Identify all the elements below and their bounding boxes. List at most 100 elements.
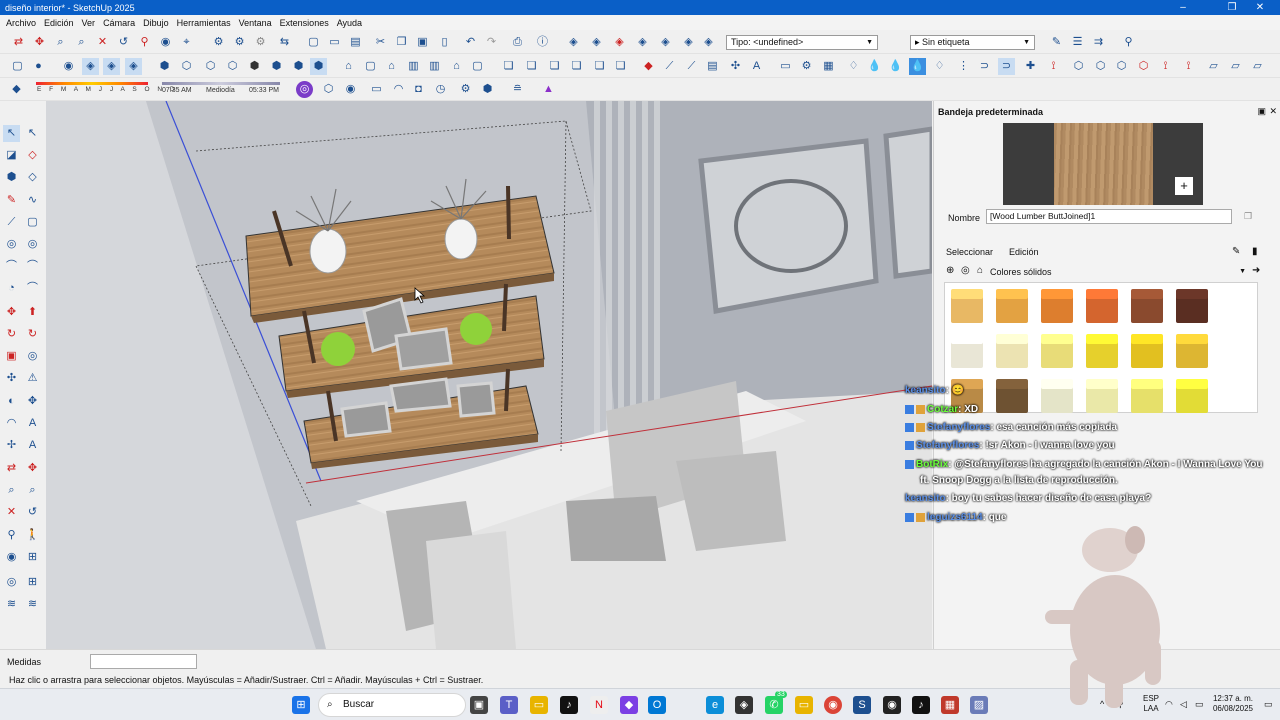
axes-icon[interactable]: ✢ xyxy=(3,437,20,454)
material-swatch[interactable] xyxy=(1082,285,1122,325)
position-camera-left-icon[interactable]: ⚲ xyxy=(3,527,20,544)
render-icon[interactable]: ◠ xyxy=(390,81,407,98)
material-swatch[interactable] xyxy=(1082,375,1122,415)
month-slider[interactable] xyxy=(36,82,148,85)
cut-icon[interactable]: ✂ xyxy=(372,34,389,51)
pencil-icon[interactable]: ✎ xyxy=(3,192,20,209)
trim-icon[interactable]: ❏ xyxy=(591,58,608,75)
monochrome-icon[interactable]: ◈ xyxy=(700,34,717,51)
menu-ver[interactable]: Ver xyxy=(82,18,96,28)
sandbox-scratch-icon[interactable]: ⟋ xyxy=(661,58,678,75)
sketchup-taskbar-icon[interactable]: S xyxy=(853,696,871,714)
solid-left-icon[interactable]: ◎ xyxy=(3,574,20,591)
lasso-icon[interactable]: ↖ xyxy=(24,125,41,142)
3dtext-icon[interactable]: A xyxy=(24,437,41,454)
drop-icon[interactable]: 💧 xyxy=(866,58,883,75)
minimize-icon[interactable]: – xyxy=(1163,0,1203,15)
whatsapp-icon[interactable]: ✆ xyxy=(765,696,783,714)
model-info-icon[interactable]: ⓘ xyxy=(534,34,551,51)
position-camera-icon[interactable]: ⚲ xyxy=(136,34,153,51)
box-icon[interactable]: ⬢ xyxy=(479,81,496,98)
offset-icon[interactable]: ◎ xyxy=(24,348,41,365)
location-icon[interactable]: ⚲ xyxy=(1120,34,1137,51)
rotated-rect-icon[interactable]: ▢ xyxy=(24,214,41,231)
app-red-icon[interactable]: ▦ xyxy=(941,696,959,714)
collection-select[interactable]: Colores sólidos ▼ xyxy=(990,265,1246,279)
hidden-line-icon[interactable]: ◈ xyxy=(634,34,651,51)
battery-icon[interactable]: ▭ xyxy=(1195,699,1204,709)
scale-icon[interactable]: ▣ xyxy=(3,348,20,365)
front-view-icon[interactable]: ◈ xyxy=(125,58,142,75)
component-options-icon[interactable]: ⚙ xyxy=(210,34,227,51)
move-plus-icon[interactable]: ✚ xyxy=(1022,58,1039,75)
tag-list-icon[interactable]: ☰ xyxy=(1069,34,1086,51)
sandbox-smoove-icon[interactable]: ⟋ xyxy=(683,58,700,75)
material-swatch[interactable] xyxy=(1127,285,1167,325)
notification-icon[interactable]: ▭ xyxy=(1264,699,1273,709)
home-icon[interactable]: ⌂ xyxy=(977,265,983,276)
type-select[interactable]: Tipo: <undefined> ▼ xyxy=(726,35,878,50)
tiktok-live-icon[interactable]: ♪ xyxy=(912,696,930,714)
extension-icon[interactable]: ◎ xyxy=(296,81,313,98)
menu-extensiones[interactable]: Extensiones xyxy=(280,18,329,28)
file-explorer-icon[interactable]: ▭ xyxy=(530,696,548,714)
shape-node-icon[interactable]: ⟟ xyxy=(1157,58,1174,75)
outer-shell-icon[interactable]: ❏ xyxy=(500,58,517,75)
save-icon[interactable]: ▤ xyxy=(347,34,364,51)
move-icon[interactable]: ✥ xyxy=(3,304,20,321)
material-swatch[interactable] xyxy=(992,285,1032,325)
split-icon[interactable]: ❏ xyxy=(612,58,629,75)
dotted-icon[interactable]: ⋮ xyxy=(955,58,972,75)
circle-icon[interactable]: ◎ xyxy=(3,236,20,253)
view-back-icon[interactable]: ▥ xyxy=(426,58,443,75)
material-swatch[interactable] xyxy=(1037,375,1077,415)
material-swatch[interactable] xyxy=(1127,330,1167,370)
material-swatch[interactable] xyxy=(1172,330,1212,370)
sandbox-flip-icon[interactable]: A xyxy=(748,58,765,75)
zoom-extents-icon[interactable]: ✕ xyxy=(94,34,111,51)
menu-camara[interactable]: Cámara xyxy=(103,18,135,28)
magnet-icon[interactable]: ⊃ xyxy=(976,58,993,75)
cube-icon[interactable]: ⬡ xyxy=(320,81,337,98)
rotate-icon[interactable]: ↻ xyxy=(3,326,20,343)
layers-left-icon[interactable]: ≋ xyxy=(3,596,20,613)
view-left-icon[interactable]: ⌂ xyxy=(448,58,465,75)
drop-outline-icon[interactable]: ♢ xyxy=(845,58,862,75)
orbit-icon[interactable]: ⇄ xyxy=(10,34,27,51)
previous-view-icon[interactable]: ↺ xyxy=(115,34,132,51)
tag-select[interactable]: ▸ Sin etiqueta ▼ xyxy=(910,35,1035,50)
flip2-icon[interactable]: ⚠ xyxy=(24,370,41,387)
zoom-window-left-icon[interactable]: ⌕ xyxy=(24,482,41,499)
shape-multi-icon[interactable]: ⟟ xyxy=(1180,58,1197,75)
teams-icon[interactable]: T xyxy=(500,696,518,714)
solid2-left-icon[interactable]: ⊞ xyxy=(24,574,41,591)
model-viewport[interactable] xyxy=(46,101,932,649)
zoom-window-icon[interactable]: ⌕ xyxy=(73,34,90,51)
undo-icon[interactable]: ↶ xyxy=(462,34,479,51)
timer-icon[interactable]: ◷ xyxy=(432,81,449,98)
surface1-icon[interactable]: ▱ xyxy=(1205,58,1222,75)
walk-left-icon[interactable]: 🚶 xyxy=(24,527,41,544)
copy-icon[interactable]: ❐ xyxy=(393,34,410,51)
menu-ayuda[interactable]: Ayuda xyxy=(337,18,362,28)
pie-icon[interactable]: ◔ xyxy=(3,280,20,297)
tab-edit[interactable]: Edición xyxy=(1009,247,1039,257)
arc3-icon[interactable]: ⌒ xyxy=(24,280,41,297)
new-file-icon[interactable]: ▢ xyxy=(305,34,322,51)
view-bottom-icon[interactable]: ▢ xyxy=(469,58,486,75)
folder-icon[interactable]: ▭ xyxy=(777,58,794,75)
shape-hex2-icon[interactable]: ⬡ xyxy=(1092,58,1109,75)
section-plane-icon[interactable]: ◉ xyxy=(60,58,77,75)
orbit-left-icon[interactable]: ⇄ xyxy=(3,460,20,477)
zoom-extents-left-icon[interactable]: ✕ xyxy=(3,504,20,521)
purple-shape-icon[interactable]: ▲ xyxy=(540,81,557,98)
measures-input[interactable] xyxy=(90,654,197,669)
zoom-left-icon[interactable]: ⌕ xyxy=(3,482,20,499)
chrome-icon[interactable]: ◉ xyxy=(824,696,842,714)
subtract-icon[interactable]: ❏ xyxy=(568,58,585,75)
material-swatch[interactable] xyxy=(992,375,1032,415)
material-name-input[interactable]: [Wood Lumber ButtJoined]1 xyxy=(986,209,1232,224)
shaded-icon[interactable]: ◈ xyxy=(657,34,674,51)
shadow-toggle-icon[interactable]: ◆ xyxy=(8,81,25,98)
wireframe-icon[interactable]: ◈ xyxy=(611,34,628,51)
